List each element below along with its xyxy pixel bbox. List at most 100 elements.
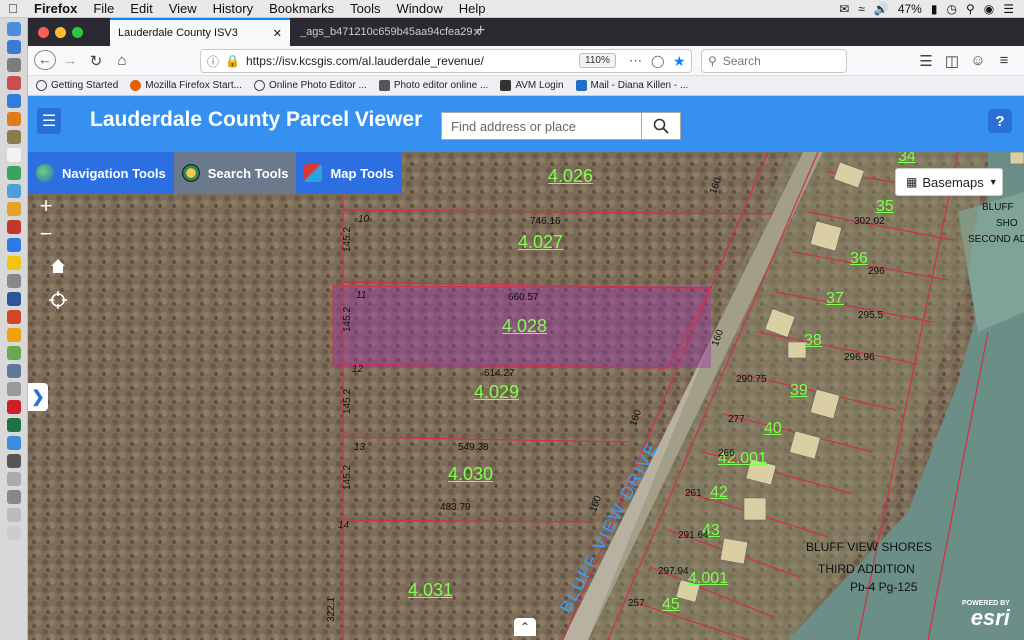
expand-panel-button[interactable]: ❯ <box>28 383 48 411</box>
locate-button[interactable] <box>44 286 72 314</box>
address-search-button[interactable] <box>641 112 681 140</box>
dock-app-icon[interactable] <box>6 256 21 270</box>
tab-ags[interactable]: _ags_b471210c659b45aa94cfea29 ✕ <box>292 18 482 46</box>
dock-app-icon[interactable] <box>6 238 21 252</box>
app-title: Lauderdale County Parcel Viewer <box>90 108 423 131</box>
basemaps-button[interactable]: ▦ Basemaps ▼ <box>895 168 1003 196</box>
home-button[interactable]: ⌂ <box>112 52 132 69</box>
dock-powerpoint-icon[interactable] <box>6 310 21 324</box>
dock-trash-icon[interactable] <box>6 526 21 540</box>
dock-app-icon[interactable] <box>6 436 21 450</box>
help-button[interactable]: ? <box>988 109 1012 133</box>
sidebar-icon[interactable]: ◫ <box>942 52 962 70</box>
esri-attribution[interactable]: POWERED BY esri <box>962 600 1010 629</box>
info-icon[interactable]: ⓘ <box>207 53 219 70</box>
tab-lauderdale[interactable]: Lauderdale County ISV3 ✕ <box>110 18 290 46</box>
zoom-in-button[interactable]: + <box>32 192 60 220</box>
menu-button[interactable]: ☰ <box>37 108 61 134</box>
menu-edit[interactable]: Edit <box>122 1 160 16</box>
map-tools-button[interactable]: Map Tools <box>296 152 402 194</box>
dock-app-icon[interactable] <box>6 328 21 342</box>
dock-app-icon[interactable] <box>6 76 21 90</box>
dock-app-icon[interactable] <box>6 184 21 198</box>
bookmark-online-photo-editor[interactable]: Online Photo Editor ... <box>253 80 367 91</box>
menu-view[interactable]: View <box>161 1 205 16</box>
new-tab-button[interactable]: + <box>476 22 485 40</box>
menu-bookmarks[interactable]: Bookmarks <box>261 1 342 16</box>
window-close-button[interactable] <box>38 27 49 38</box>
clock-icon[interactable]: ◷ <box>946 2 956 16</box>
lock-icon[interactable]: 🔒 <box>225 54 240 68</box>
volume-icon[interactable]: 🔊 <box>874 2 889 16</box>
navigation-tools-button[interactable]: Navigation Tools <box>28 152 174 194</box>
dock-app-icon[interactable] <box>6 274 21 288</box>
dock-app-icon[interactable] <box>6 382 21 396</box>
map-view[interactable]: 4.026 4.027 4.028 4.029 4.030 4.031 10 11 12 13 14… <box>28 152 1024 640</box>
dock-app-icon[interactable] <box>6 166 21 180</box>
window-zoom-button[interactable] <box>72 27 83 38</box>
dock-app-icon[interactable] <box>6 202 21 216</box>
search-tools-button[interactable]: Search Tools <box>173 152 297 194</box>
apple-icon[interactable]:  <box>0 1 26 16</box>
dock-excel-icon[interactable] <box>6 418 21 432</box>
close-icon[interactable]: ✕ <box>273 27 282 40</box>
expand-bottom-button[interactable]: ⌃ <box>514 618 536 636</box>
zoom-level[interactable]: 110% <box>579 53 616 68</box>
dock-app-icon[interactable] <box>6 490 21 504</box>
bookmark-avm-login[interactable]: AVM Login <box>500 80 564 91</box>
back-button[interactable]: ← <box>34 50 56 70</box>
bookmark-firefox-start[interactable]: Mozilla Firefox Start... <box>130 80 242 91</box>
search-tools-label: Search Tools <box>207 165 289 181</box>
reload-button[interactable]: ↻ <box>86 52 106 70</box>
library-icon[interactable]: ☰ <box>916 52 936 70</box>
search-input[interactable]: ⚲ Search <box>701 49 847 73</box>
mail-icon[interactable]: ✉ <box>839 2 849 16</box>
corner-label: SHO <box>996 218 1018 229</box>
menu-window[interactable]: Window <box>389 1 451 16</box>
menu-history[interactable]: History <box>205 1 261 16</box>
dock-app-icon[interactable] <box>6 454 21 468</box>
bookmark-mail[interactable]: Mail - Diana Killen - ... <box>575 80 688 91</box>
account-icon[interactable]: ☺ <box>968 52 988 69</box>
dock-app-icon[interactable] <box>6 58 21 72</box>
page-actions-icon[interactable]: ⋯ <box>629 53 642 69</box>
spotlight-icon[interactable]: ⚲ <box>966 2 975 16</box>
search-placeholder: Search <box>722 54 761 68</box>
dock-app-icon[interactable] <box>6 508 21 522</box>
wifi-icon[interactable]: ≈ <box>858 2 865 16</box>
dock-firefox-icon[interactable] <box>6 112 21 126</box>
menu-file[interactable]: File <box>85 1 122 16</box>
bookmark-star-icon[interactable]: ★ <box>673 53 686 70</box>
dock-app-icon[interactable] <box>6 346 21 360</box>
address-search-input[interactable]: Find address or place <box>441 112 642 140</box>
battery-percent[interactable]: 47% <box>898 2 922 16</box>
menu-tools[interactable]: Tools <box>342 1 388 16</box>
dimension-label: 160 <box>588 494 605 514</box>
forward-button[interactable]: → <box>60 52 80 69</box>
bookmark-photo-editor[interactable]: Photo editor online ... <box>378 80 488 91</box>
hamburger-menu-icon[interactable]: ≡ <box>994 52 1014 69</box>
home-extent-button[interactable] <box>44 252 72 280</box>
dimension-label: 145.2 <box>342 388 353 414</box>
zoom-out-button[interactable]: − <box>32 220 60 248</box>
dock-finder-icon[interactable] <box>6 22 21 36</box>
dock-app-icon[interactable] <box>6 94 21 108</box>
dock-app-icon[interactable] <box>6 130 21 144</box>
dock-app-icon[interactable] <box>6 148 21 162</box>
bookmark-getting-started[interactable]: Getting Started <box>36 80 118 91</box>
menu-app-name[interactable]: Firefox <box>26 1 85 16</box>
notification-center-icon[interactable]: ☰ <box>1003 2 1014 16</box>
url-bar[interactable]: ⓘ 🔒 https://isv.kcsgis.com/al.lauderdale… <box>200 49 692 73</box>
dock-app-icon[interactable] <box>6 364 21 378</box>
menu-help[interactable]: Help <box>451 1 494 16</box>
siri-icon[interactable]: ◉ <box>984 2 994 16</box>
parcel-label: 4.028 <box>502 316 548 336</box>
dock-app-icon[interactable] <box>6 472 21 486</box>
battery-icon[interactable]: ▮ <box>931 2 938 16</box>
window-minimize-button[interactable] <box>55 27 66 38</box>
dock-word-icon[interactable] <box>6 292 21 306</box>
pocket-icon[interactable]: ◯ <box>651 54 664 68</box>
dock-app-icon[interactable] <box>6 220 21 234</box>
dock-acrobat-icon[interactable] <box>6 400 21 414</box>
dock-safari-icon[interactable] <box>6 40 21 54</box>
